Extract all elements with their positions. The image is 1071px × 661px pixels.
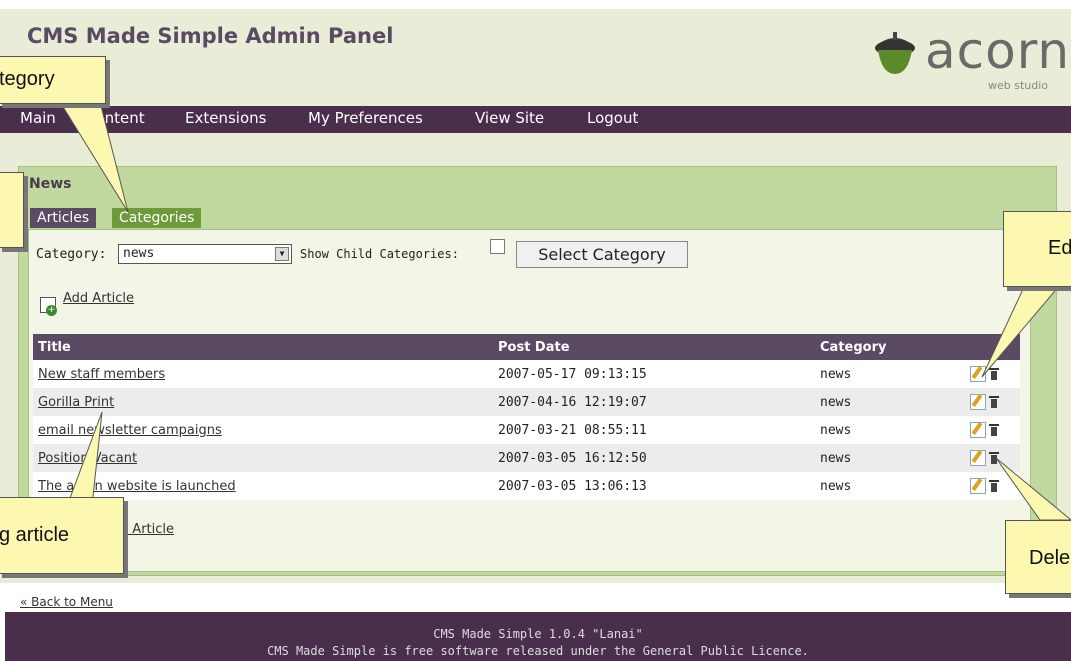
row-actions [965, 416, 1020, 444]
acorn-icon [875, 32, 915, 74]
edit-icon[interactable] [970, 366, 986, 382]
select-category-button[interactable]: Select Category [516, 241, 688, 268]
edit-icon[interactable] [970, 394, 986, 410]
tab-articles[interactable]: Articles [30, 208, 97, 228]
col-title[interactable]: Title [33, 334, 493, 360]
callout-editing-article: g article [0, 497, 124, 574]
row-date: 2007-05-17 09:13:15 [493, 360, 815, 388]
article-title-link[interactable]: Gorilla Print [38, 395, 114, 410]
footer: CMS Made Simple 1.0.4 "Lanai" CMS Made S… [5, 612, 1071, 661]
delete-icon[interactable] [989, 368, 999, 380]
callout-delete: Dele [1005, 520, 1071, 594]
edit-icon[interactable] [970, 478, 986, 494]
article-title-link[interactable]: Position Vacant [38, 451, 137, 466]
col-category[interactable]: Category [815, 334, 965, 360]
callout-delete-text: Dele [1029, 547, 1071, 569]
category-select-value: news [123, 246, 155, 261]
callout-category: tegory [0, 56, 106, 104]
row-actions [965, 388, 1020, 416]
acorn-logo: acorn web studio [870, 22, 1069, 100]
module-title: News [29, 176, 72, 192]
row-date: 2007-04-16 12:19:07 [493, 388, 815, 416]
table-row: New staff members 2007-05-17 09:13:15 ne… [33, 360, 1020, 388]
nav-my-preferences[interactable]: My Preferences [308, 109, 423, 127]
add-article-link[interactable]: Add Article [63, 291, 134, 306]
delete-icon[interactable] [989, 452, 999, 464]
row-actions [965, 472, 1020, 500]
category-label: Category: [36, 247, 107, 262]
table-row: email newsletter campaigns 2007-03-21 08… [33, 416, 1020, 444]
nav-content[interactable]: Content [85, 109, 145, 127]
row-category: news [815, 416, 965, 444]
back-to-menu-link[interactable]: « Back to Menu [20, 595, 113, 609]
col-actions [965, 334, 1020, 360]
articles-table: Title Post Date Category New staff membe… [33, 334, 1020, 500]
row-title-cell: New staff members [33, 360, 493, 388]
table-row: Position Vacant 2007-03-05 16:12:50 news [33, 444, 1020, 472]
delete-icon[interactable] [989, 480, 999, 492]
row-title-cell: Position Vacant [33, 444, 493, 472]
nav-main[interactable]: Main [20, 109, 56, 127]
nav-extensions[interactable]: Extensions [185, 109, 266, 127]
callout-category-text: tegory [0, 68, 55, 90]
edit-icon[interactable] [970, 422, 986, 438]
logo-subtitle: web studio [987, 79, 1048, 92]
callout-editing-text: g article [0, 524, 70, 546]
row-title-cell: The acorn website is launched [33, 472, 493, 500]
callout-edit: Ed [1003, 211, 1071, 287]
top-strip [0, 0, 1071, 9]
row-actions [965, 360, 1020, 388]
footer-version: CMS Made Simple 1.0.4 "Lanai" [433, 627, 643, 641]
row-date: 2007-03-21 08:55:11 [493, 416, 815, 444]
table-row: The acorn website is launched 2007-03-05… [33, 472, 1020, 500]
col-post-date[interactable]: Post Date [493, 334, 815, 360]
callout-tabs [0, 172, 24, 248]
article-title-link[interactable]: The acorn website is launched [38, 479, 236, 494]
row-actions [965, 444, 1020, 472]
delete-icon[interactable] [989, 396, 999, 408]
article-title-link[interactable]: New staff members [38, 367, 165, 382]
table-row: Gorilla Print 2007-04-16 12:19:07 news [33, 388, 1020, 416]
article-title-link[interactable]: email newsletter campaigns [38, 423, 222, 438]
row-category: news [815, 388, 965, 416]
row-title-cell: Gorilla Print [33, 388, 493, 416]
show-child-checkbox[interactable] [490, 239, 505, 254]
row-date: 2007-03-05 16:12:50 [493, 444, 815, 472]
row-category: news [815, 360, 965, 388]
main-nav: Main Content Extensions My Preferences V… [0, 106, 1071, 133]
logo-word: acorn [925, 22, 1071, 80]
row-date: 2007-03-05 13:06:13 [493, 472, 815, 500]
show-child-label: Show Child Categories: [300, 247, 459, 261]
app-title: CMS Made Simple Admin Panel [27, 24, 394, 48]
tab-categories[interactable]: Categories [112, 208, 202, 228]
row-category: news [815, 472, 965, 500]
nav-view-site[interactable]: View Site [475, 109, 544, 127]
edit-icon[interactable] [970, 450, 986, 466]
footer-licence: CMS Made Simple is free software release… [267, 644, 809, 658]
dropdown-arrow-icon[interactable]: ▼ [275, 247, 289, 261]
row-category: news [815, 444, 965, 472]
category-select[interactable]: news ▼ [118, 244, 292, 264]
add-article-icon[interactable]: + [40, 297, 57, 316]
delete-icon[interactable] [989, 424, 999, 436]
callout-edit-text: Ed [1048, 237, 1071, 259]
nav-logout[interactable]: Logout [587, 109, 638, 127]
row-title-cell: email newsletter campaigns [33, 416, 493, 444]
